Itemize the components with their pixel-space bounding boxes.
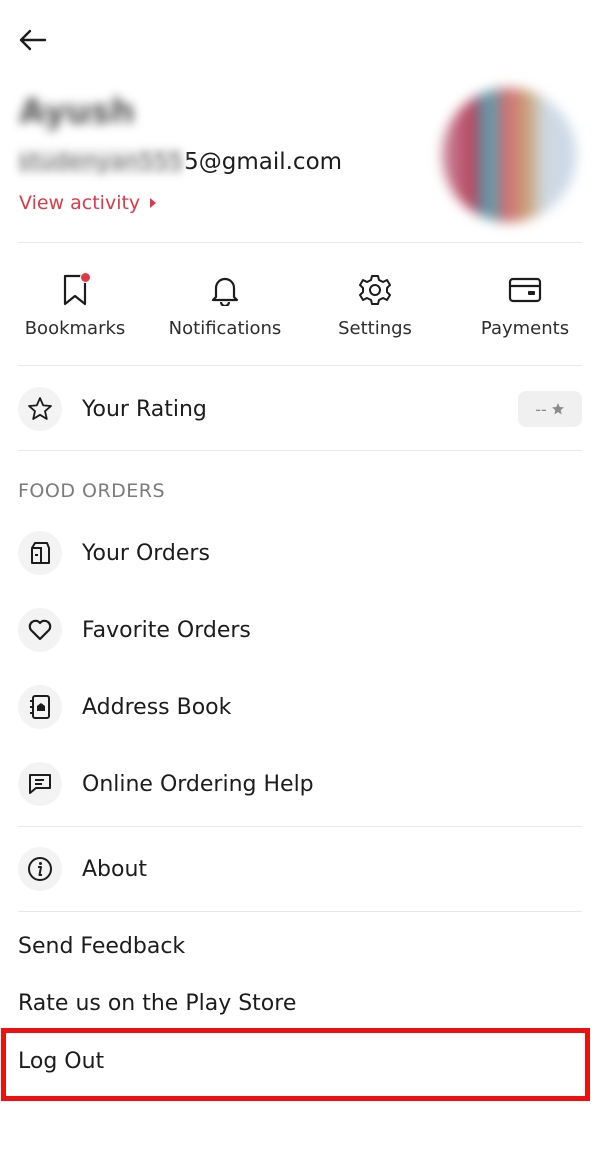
view-activity-label: View activity — [19, 192, 141, 214]
orders-icon-circle — [18, 531, 62, 575]
rating-value-badge: -- — [518, 391, 582, 427]
bell-icon — [211, 277, 239, 306]
email-hidden-part: studenyan555 — [18, 149, 184, 175]
menu-item-label: Your Orders — [82, 540, 210, 566]
view-activity-link[interactable]: View activity — [19, 192, 157, 214]
your-rating-label: Your Rating — [82, 396, 207, 422]
heart-icon-circle — [18, 608, 62, 652]
menu-item-label: About — [82, 856, 148, 882]
log-out-button[interactable]: Log Out — [18, 1049, 104, 1074]
info-icon — [28, 857, 52, 881]
email-domain: 5@gmail.com — [184, 149, 343, 175]
orders-bag-icon — [31, 542, 50, 564]
divider — [18, 365, 582, 366]
star-icon — [28, 397, 52, 420]
menu-item-your-orders[interactable]: Your Orders — [18, 530, 582, 576]
quick-action-bookmarks[interactable]: Bookmarks — [0, 272, 150, 339]
star-filled-icon — [551, 403, 564, 415]
info-icon-circle — [18, 847, 62, 891]
divider — [18, 450, 582, 451]
quick-action-label: Payments — [480, 318, 570, 339]
rating-value: -- — [535, 399, 547, 419]
divider — [18, 242, 582, 243]
your-rating-row[interactable]: Your Rating — [18, 386, 582, 432]
avatar[interactable] — [442, 88, 576, 222]
menu-item-favorite-orders[interactable]: Favorite Orders — [18, 607, 582, 653]
quick-action-label: Settings — [338, 318, 412, 339]
quick-action-settings[interactable]: Settings — [300, 272, 450, 339]
divider — [18, 826, 582, 827]
profile-email: studenyan555 5@gmail.com — [18, 149, 342, 175]
divider — [18, 911, 582, 912]
quick-action-label: Bookmarks — [24, 318, 126, 339]
star-icon-circle — [18, 387, 62, 431]
chat-icon-circle — [18, 762, 62, 806]
back-button[interactable] — [14, 22, 50, 58]
gear-icon — [359, 275, 391, 305]
send-feedback-link[interactable]: Send Feedback — [18, 934, 185, 959]
quick-action-label: Notifications — [168, 318, 282, 339]
rate-us-link[interactable]: Rate us on the Play Store — [18, 991, 296, 1016]
notification-badge — [80, 272, 91, 283]
menu-item-address-book[interactable]: Address Book — [18, 684, 582, 730]
arrow-left-icon — [19, 29, 47, 51]
section-title-food-orders: FOOD ORDERS — [18, 480, 166, 502]
card-icon — [508, 277, 542, 303]
profile-name: Ayush — [19, 92, 135, 132]
menu-item-about[interactable]: About — [18, 846, 582, 892]
menu-item-online-ordering-help[interactable]: Online Ordering Help — [18, 761, 582, 807]
menu-item-label: Address Book — [82, 694, 232, 720]
address-book-icon-circle — [18, 685, 62, 729]
chat-icon — [29, 774, 51, 794]
menu-item-label: Favorite Orders — [82, 617, 251, 643]
quick-action-notifications[interactable]: Notifications — [150, 272, 300, 339]
quick-action-payments[interactable]: Payments — [450, 272, 600, 339]
address-book-icon — [30, 695, 50, 719]
caret-right-icon — [150, 198, 157, 208]
heart-icon — [28, 619, 52, 641]
menu-item-label: Online Ordering Help — [82, 771, 314, 797]
